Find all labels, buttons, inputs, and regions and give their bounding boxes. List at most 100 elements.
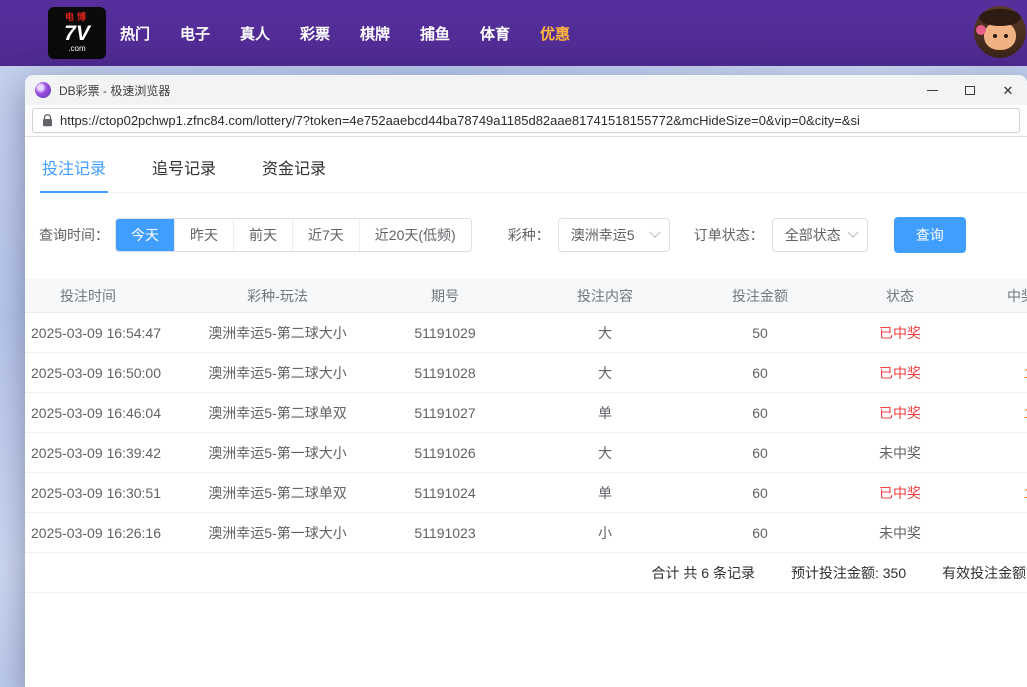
col-header-time: 投注时间 — [25, 286, 190, 306]
logo-suffix-text: .com — [68, 45, 85, 53]
browser-titlebar[interactable]: DB彩票 - 极速浏览器 ✕ — [25, 75, 1027, 105]
maximize-button[interactable] — [951, 75, 989, 105]
cell-status: 已中奖 — [835, 403, 965, 423]
url-bar: https://ctop02pchwp1.zfnc84.com/lottery/… — [25, 105, 1027, 137]
lottery-select-value: 澳洲幸运5 — [571, 225, 635, 245]
lottery-records-page: 投注记录 追号记录 资金记录 查询时间： 今天 昨天 前天 近7天 近20天(低… — [25, 137, 1027, 687]
record-tabs: 投注记录 追号记录 资金记录 — [40, 147, 1027, 193]
query-button[interactable]: 查询 — [894, 217, 966, 253]
site-logo[interactable]: 电博 7V .com — [48, 7, 106, 59]
time-option-20days[interactable]: 近20天(低频) — [359, 219, 471, 251]
avatar-eye — [993, 34, 997, 38]
summary-valid-amount: 有效投注金额: — [942, 563, 1027, 583]
logo-badge-text: 电博 — [65, 13, 89, 22]
table-row: 2025-03-09 16:46:04 澳洲幸运5-第二球单双 51191027… — [25, 393, 1027, 433]
filter-bar: 查询时间： 今天 昨天 前天 近7天 近20天(低频) 彩种： 澳洲幸运5 订单… — [39, 217, 1027, 253]
status-select-value: 全部状态 — [785, 225, 841, 245]
time-option-day-before[interactable]: 前天 — [233, 219, 292, 251]
cell-amount: 60 — [685, 365, 835, 381]
window-controls: ✕ — [913, 75, 1027, 105]
nav-item-electronic[interactable]: 电子 — [180, 23, 210, 44]
time-filter-label: 查询时间： — [39, 225, 109, 245]
minimize-icon — [927, 90, 938, 91]
nav-item-fishing[interactable]: 捕鱼 — [420, 23, 450, 44]
cell-play: 澳洲幸运5-第二球大小 — [190, 363, 365, 383]
avatar[interactable] — [974, 6, 1026, 58]
table-row: 2025-03-09 16:50:00 澳洲幸运5-第二球大小 51191028… — [25, 353, 1027, 393]
desktop-background: 电博 7V .com 热门 电子 真人 彩票 棋牌 捕鱼 体育 优惠 DB彩票 … — [0, 0, 1027, 687]
cell-play: 澳洲幸运5-第一球大小 — [190, 523, 365, 543]
time-option-today[interactable]: 今天 — [116, 219, 174, 251]
tab-bet-records[interactable]: 投注记录 — [40, 147, 108, 193]
nav-item-chess[interactable]: 棋牌 — [360, 23, 390, 44]
cell-content: 大 — [525, 443, 685, 463]
lock-icon — [42, 114, 53, 127]
cell-status: 已中奖 — [835, 363, 965, 383]
cell-amount: 60 — [685, 485, 835, 501]
cell-amount: 60 — [685, 405, 835, 421]
cell-amount: 60 — [685, 525, 835, 541]
status-filter-label: 订单状态： — [694, 225, 764, 245]
col-header-amount: 投注金额 — [685, 286, 835, 306]
cell-issue: 51191028 — [365, 365, 525, 381]
cell-time: 2025-03-09 16:30:51 — [25, 485, 190, 501]
maximize-icon — [965, 86, 975, 95]
cell-status: 已中奖 — [835, 483, 965, 503]
browser-window: DB彩票 - 极速浏览器 ✕ https://ctop02pchwp1.zfnc… — [25, 75, 1027, 687]
cell-issue: 51191023 — [365, 525, 525, 541]
cell-status: 已中奖 — [835, 323, 965, 343]
cell-prize: 114 — [965, 365, 1027, 381]
close-icon: ✕ — [1003, 84, 1014, 97]
close-button[interactable]: ✕ — [989, 75, 1027, 105]
minimize-button[interactable] — [913, 75, 951, 105]
cell-issue: 51191024 — [365, 485, 525, 501]
cell-content: 大 — [525, 323, 685, 343]
avatar-bow — [976, 25, 986, 35]
nav-item-promo[interactable]: 优惠 — [540, 23, 570, 44]
cell-content: 大 — [525, 363, 685, 383]
avatar-hair — [979, 9, 1021, 26]
cell-play: 澳洲幸运5-第二球单双 — [190, 403, 365, 423]
tab-fund-records[interactable]: 资金记录 — [260, 147, 328, 192]
time-range-group: 今天 昨天 前天 近7天 近20天(低频) — [115, 218, 472, 252]
table-header-row: 投注时间 彩种-玩法 期号 投注内容 投注金额 状态 中奖金额 — [25, 279, 1027, 313]
col-header-prize: 中奖金额 — [965, 286, 1027, 306]
lottery-select[interactable]: 澳洲幸运5 — [558, 218, 670, 252]
avatar-eye — [1004, 34, 1008, 38]
cell-play: 澳洲幸运5-第二球大小 — [190, 323, 365, 343]
status-select[interactable]: 全部状态 — [772, 218, 868, 252]
url-text: https://ctop02pchwp1.zfnc84.com/lottery/… — [60, 113, 860, 128]
window-title: DB彩票 - 极速浏览器 — [59, 82, 170, 99]
col-header-issue: 期号 — [365, 286, 525, 306]
nav-item-live[interactable]: 真人 — [240, 23, 270, 44]
table-row: 2025-03-09 16:39:42 澳洲幸运5-第一球大小 51191026… — [25, 433, 1027, 473]
cell-time: 2025-03-09 16:46:04 — [25, 405, 190, 421]
cell-status: 未中奖 — [835, 443, 965, 463]
cell-prize: 114 — [965, 485, 1027, 501]
col-header-content: 投注内容 — [525, 286, 685, 306]
cell-content: 小 — [525, 523, 685, 543]
cell-status: 未中奖 — [835, 523, 965, 543]
time-option-7days[interactable]: 近7天 — [292, 219, 359, 251]
main-nav: 热门 电子 真人 彩票 棋牌 捕鱼 体育 优惠 — [120, 23, 570, 44]
nav-item-sports[interactable]: 体育 — [480, 23, 510, 44]
cell-time: 2025-03-09 16:39:42 — [25, 445, 190, 461]
nav-item-lottery[interactable]: 彩票 — [300, 23, 330, 44]
table-row: 2025-03-09 16:30:51 澳洲幸运5-第二球单双 51191024… — [25, 473, 1027, 513]
chevron-down-icon — [847, 227, 858, 238]
nav-item-hot[interactable]: 热门 — [120, 23, 150, 44]
summary-expected-amount: 预计投注金额: 350 — [791, 563, 906, 583]
address-input[interactable]: https://ctop02pchwp1.zfnc84.com/lottery/… — [32, 108, 1020, 133]
tab-chase-records[interactable]: 追号记录 — [150, 147, 218, 192]
site-header: 电博 7V .com 热门 电子 真人 彩票 棋牌 捕鱼 体育 优惠 — [0, 0, 1027, 66]
table-row: 2025-03-09 16:26:16 澳洲幸运5-第一球大小 51191023… — [25, 513, 1027, 553]
cell-content: 单 — [525, 483, 685, 503]
cell-content: 单 — [525, 403, 685, 423]
col-header-play: 彩种-玩法 — [190, 286, 365, 306]
cell-play: 澳洲幸运5-第二球单双 — [190, 483, 365, 503]
cell-issue: 51191027 — [365, 405, 525, 421]
cell-amount: 60 — [685, 445, 835, 461]
time-option-yesterday[interactable]: 昨天 — [174, 219, 233, 251]
cell-issue: 51191029 — [365, 325, 525, 341]
cell-time: 2025-03-09 16:54:47 — [25, 325, 190, 341]
